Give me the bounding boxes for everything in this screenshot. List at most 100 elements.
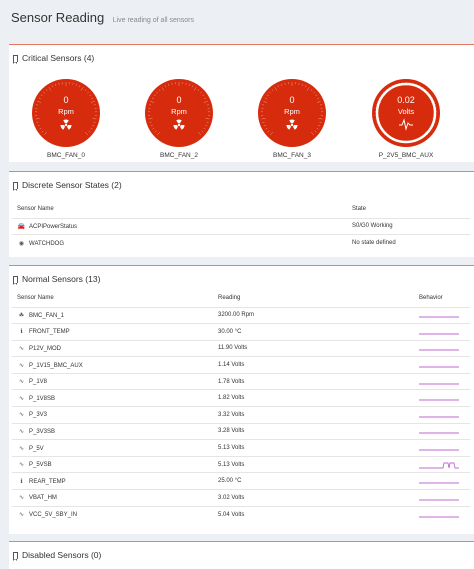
table-row[interactable]: ∿ P_3V3 3.32 Volts [12,406,470,424]
table-row[interactable]: ∿ P_5V 5.13 Volts [12,439,470,457]
sensor-name: P_3V3SB [29,428,56,435]
sensor-name: P_1V8 [29,379,48,386]
behavior-sparkline [419,516,459,518]
car-icon: 🚘 [17,223,26,230]
bookmark-icon [13,181,18,191]
sensor-name-cell: ℹ REAR_TEMP [12,472,213,490]
sensor-reading: 3.32 Volts [213,406,414,424]
table-row[interactable]: 🚘 ACPIPowerStatus S0/G0 Working [12,217,470,235]
sensor-name-cell: ∿ P_1V8SB [12,389,213,407]
gauge-label: P_2V5_BMC_AUX [378,152,434,159]
pulse-icon: ∿ [18,345,25,352]
behavior-sparkline [419,316,459,318]
gauge-dial: 0 Rpm [258,79,326,147]
column-header-state[interactable]: State [347,201,470,218]
table-row[interactable]: ℹ REAR_TEMP 25.00 °C [12,472,470,490]
sensor-name-cell: ℹ FRONT_TEMP [12,323,213,341]
gauge-unit: Rpm [284,107,300,116]
behavior-sparkline [419,383,459,385]
gauge-0[interactable]: 0 Rpm BMC_FAN_0 [31,78,101,159]
behavior-cell [414,323,470,341]
behavior-cell [414,356,470,374]
column-header-reading[interactable]: Reading [213,290,414,307]
pulse-icon: ∿ [18,412,25,419]
pulse-icon: ∿ [18,379,25,386]
sensor-reading: 3200.00 Rpm [213,306,414,324]
gauge-1[interactable]: 0 Rpm BMC_FAN_2 [144,78,214,159]
sensor-name-cell: ◉ WATCHDOG [12,234,347,252]
eye-icon: ◉ [18,240,25,247]
column-header-sensor-name[interactable]: Sensor Name [12,290,213,307]
behavior-cell [414,306,470,324]
disabled-sensors-header[interactable]: Disabled Sensors (0) [9,542,474,562]
gauge-unit: Volts [398,107,415,116]
behavior-sparkline [419,462,459,469]
table-row[interactable]: ∿ P_5VSB 5.13 Volts [12,455,470,473]
normal-sensors-header[interactable]: Normal Sensors (13) [9,266,474,286]
page-header: Sensor Reading Live reading of all senso… [0,0,474,36]
page-title: Sensor Reading [11,10,105,25]
sensor-name: VBAT_HM [29,495,57,502]
table-row[interactable]: ∿ P_3V3SB 3.28 Volts [12,422,470,440]
sensor-name: REAR_TEMP [29,478,66,485]
sensor-reading: 5.13 Volts [213,439,414,457]
gauge-unit: Rpm [171,107,187,116]
behavior-cell [414,372,470,390]
bookmark-icon [13,275,18,285]
gauge-value: 0 [176,95,181,105]
table-row[interactable]: ∿ P_1V8 1.78 Volts [12,372,470,390]
sensor-name-cell: ∿ P_1V8 [12,372,213,390]
behavior-sparkline [419,482,459,484]
behavior-cell [414,455,470,473]
sensor-reading: 3.02 Volts [213,489,414,507]
sensor-name: P_5V [29,445,44,452]
sensor-reading: 1.14 Volts [213,356,414,374]
sensor-reading: 5.04 Volts [213,505,414,523]
pulse-icon: ∿ [18,362,25,369]
behavior-cell [414,339,470,357]
gauge-dial: 0 Rpm [145,79,213,147]
behavior-sparkline [419,399,459,401]
behavior-cell [414,439,470,457]
table-row[interactable]: ◉ WATCHDOG No state defined [12,234,470,252]
table-row[interactable]: ℹ FRONT_TEMP 30.00 °C [12,323,470,341]
sensor-reading: 1.82 Volts [213,389,414,407]
gauge-row: 0 Rpm BMC_FAN_0 0 Rpm BMC_FAN_2 0 Rpm BMC_FAN_3 0… [9,78,474,159]
sensor-name: BMC_FAN_1 [29,312,65,319]
page-subtitle: Live reading of all sensors [112,17,195,24]
sensor-reading: 3.28 Volts [213,422,414,440]
sensor-name-cell: ∿ P_1V15_BMC_AUX [12,356,213,374]
sensor-state: S0/G0 Working [347,217,470,235]
thermometer-icon: ℹ [20,329,23,336]
column-header-sensor-name[interactable]: Sensor Name [12,201,347,218]
gauge-dial: 0 Rpm [32,79,100,147]
disabled-sensors-title: Disabled Sensors (0) [22,550,102,560]
gauge-label: BMC_FAN_2 [160,152,198,159]
discrete-sensors-panel: Discrete Sensor States (2) Sensor Name S… [9,171,474,257]
table-row[interactable]: ∿ P12V_MOD 11.90 Volts [12,339,470,357]
critical-sensors-header[interactable]: Critical Sensors (4) [9,45,474,65]
table-row[interactable]: ∿ P_1V15_BMC_AUX 1.14 Volts [12,356,470,374]
gauge-3[interactable]: 0.02 Volts P_2V5_BMC_AUX [371,78,441,159]
sensor-name: P_1V15_BMC_AUX [29,362,83,369]
sensor-name-cell: ∿ P_3V3 [12,406,213,424]
pulse-icon: ∿ [18,445,25,452]
behavior-cell [414,422,470,440]
table-row[interactable]: ∿ P_1V8SB 1.82 Volts [12,389,470,407]
sensor-name-cell: ∿ VCC_5V_SBY_IN [12,505,213,523]
sensor-name-cell: ☘ BMC_FAN_1 [12,306,213,324]
sensor-name: P_3V3 [29,412,48,419]
disabled-sensors-panel: Disabled Sensors (0) [9,541,474,569]
table-row[interactable]: ∿ VBAT_HM 3.02 Volts [12,489,470,507]
discrete-sensors-header[interactable]: Discrete Sensor States (2) [9,172,474,192]
behavior-sparkline [419,433,459,434]
sensor-name-cell: ∿ VBAT_HM [12,489,213,507]
table-row[interactable]: ☘ BMC_FAN_1 3200.00 Rpm [12,306,470,324]
sensor-reading: 5.13 Volts [213,455,414,473]
bookmark-icon [13,54,18,64]
table-row[interactable]: ∿ VCC_5V_SBY_IN 5.04 Volts [12,505,470,523]
gauge-2[interactable]: 0 Rpm BMC_FAN_3 [257,78,327,159]
pulse-icon: ∿ [18,512,25,519]
column-header-behavior[interactable]: Behavior [414,290,470,307]
critical-sensors-panel: Critical Sensors (4) 0 Rpm BMC_FAN_0 0 Rpm BM… [9,44,474,162]
